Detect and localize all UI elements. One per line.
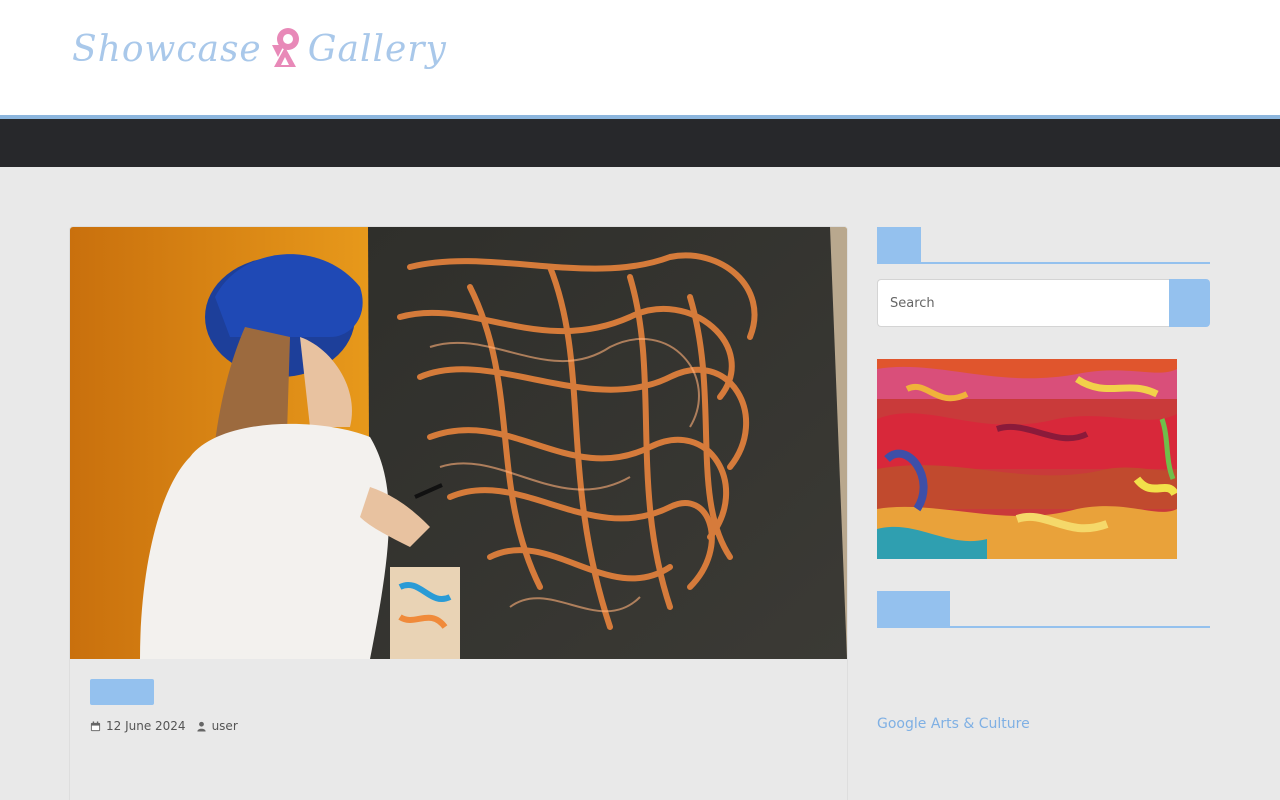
post-date[interactable]: 12 June 2024 [106,719,186,733]
search-form [877,279,1210,327]
site-header: Showcase Gallery [0,0,1280,115]
sidebar-abstract-painting-image[interactable] [877,359,1177,559]
post-category-tag[interactable] [90,679,154,705]
post-author[interactable]: user [212,719,238,733]
links-widget-title [877,591,950,627]
google-arts-culture-link[interactable]: Google Arts & Culture [877,716,1030,732]
links-widget-divider [877,626,1210,628]
logo-left-word: Showcase [72,28,262,70]
search-input[interactable] [877,279,1169,327]
primary-navigation [0,119,1280,167]
search-widget-title [877,227,921,263]
calendar-icon [90,720,101,731]
search-button[interactable] [1169,279,1210,327]
post-card: 12 June 2024 user [69,226,848,800]
user-icon [196,721,206,732]
site-logo[interactable]: Showcase Gallery [72,24,447,74]
search-widget-divider [877,262,1210,264]
post-featured-image[interactable] [70,227,847,659]
post-meta: 12 June 2024 user [90,719,238,733]
logo-mark-icon [271,28,299,67]
search-icon [1183,296,1197,310]
logo-right-word: Gallery [307,28,447,70]
